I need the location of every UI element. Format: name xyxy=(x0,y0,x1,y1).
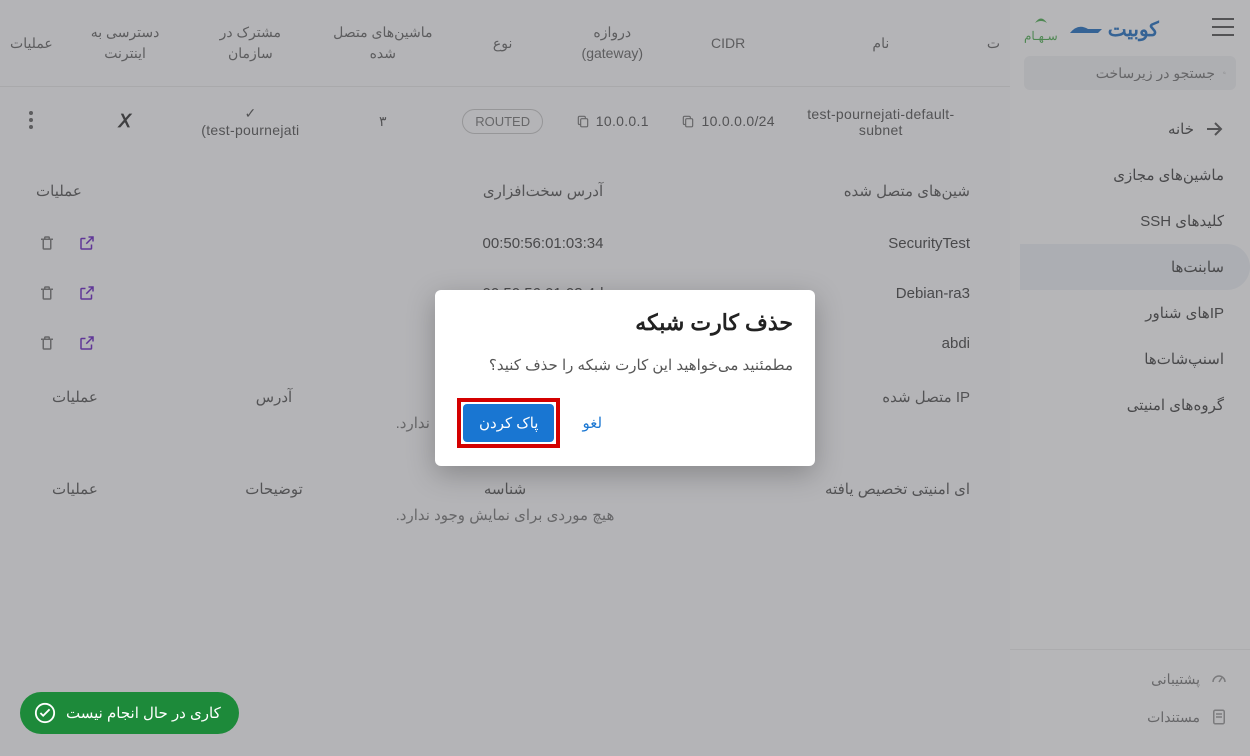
cancel-button[interactable]: لغو xyxy=(576,406,608,440)
delete-nic-dialog: حذف کارت شبکه مطمئنید می‌خواهید این کارت… xyxy=(435,290,815,466)
status-pill[interactable]: کاری در حال انجام نیست xyxy=(20,692,239,734)
dialog-body: مطمئنید می‌خواهید این کارت شبکه را حذف ک… xyxy=(457,356,793,374)
confirm-highlight: پاک کردن xyxy=(457,398,560,448)
dialog-title: حذف کارت شبکه xyxy=(457,310,793,336)
status-text: کاری در حال انجام نیست xyxy=(66,704,221,722)
check-circle-icon xyxy=(34,702,56,724)
confirm-delete-button[interactable]: پاک کردن xyxy=(463,404,554,442)
modal-overlay[interactable]: حذف کارت شبکه مطمئنید می‌خواهید این کارت… xyxy=(0,0,1250,756)
